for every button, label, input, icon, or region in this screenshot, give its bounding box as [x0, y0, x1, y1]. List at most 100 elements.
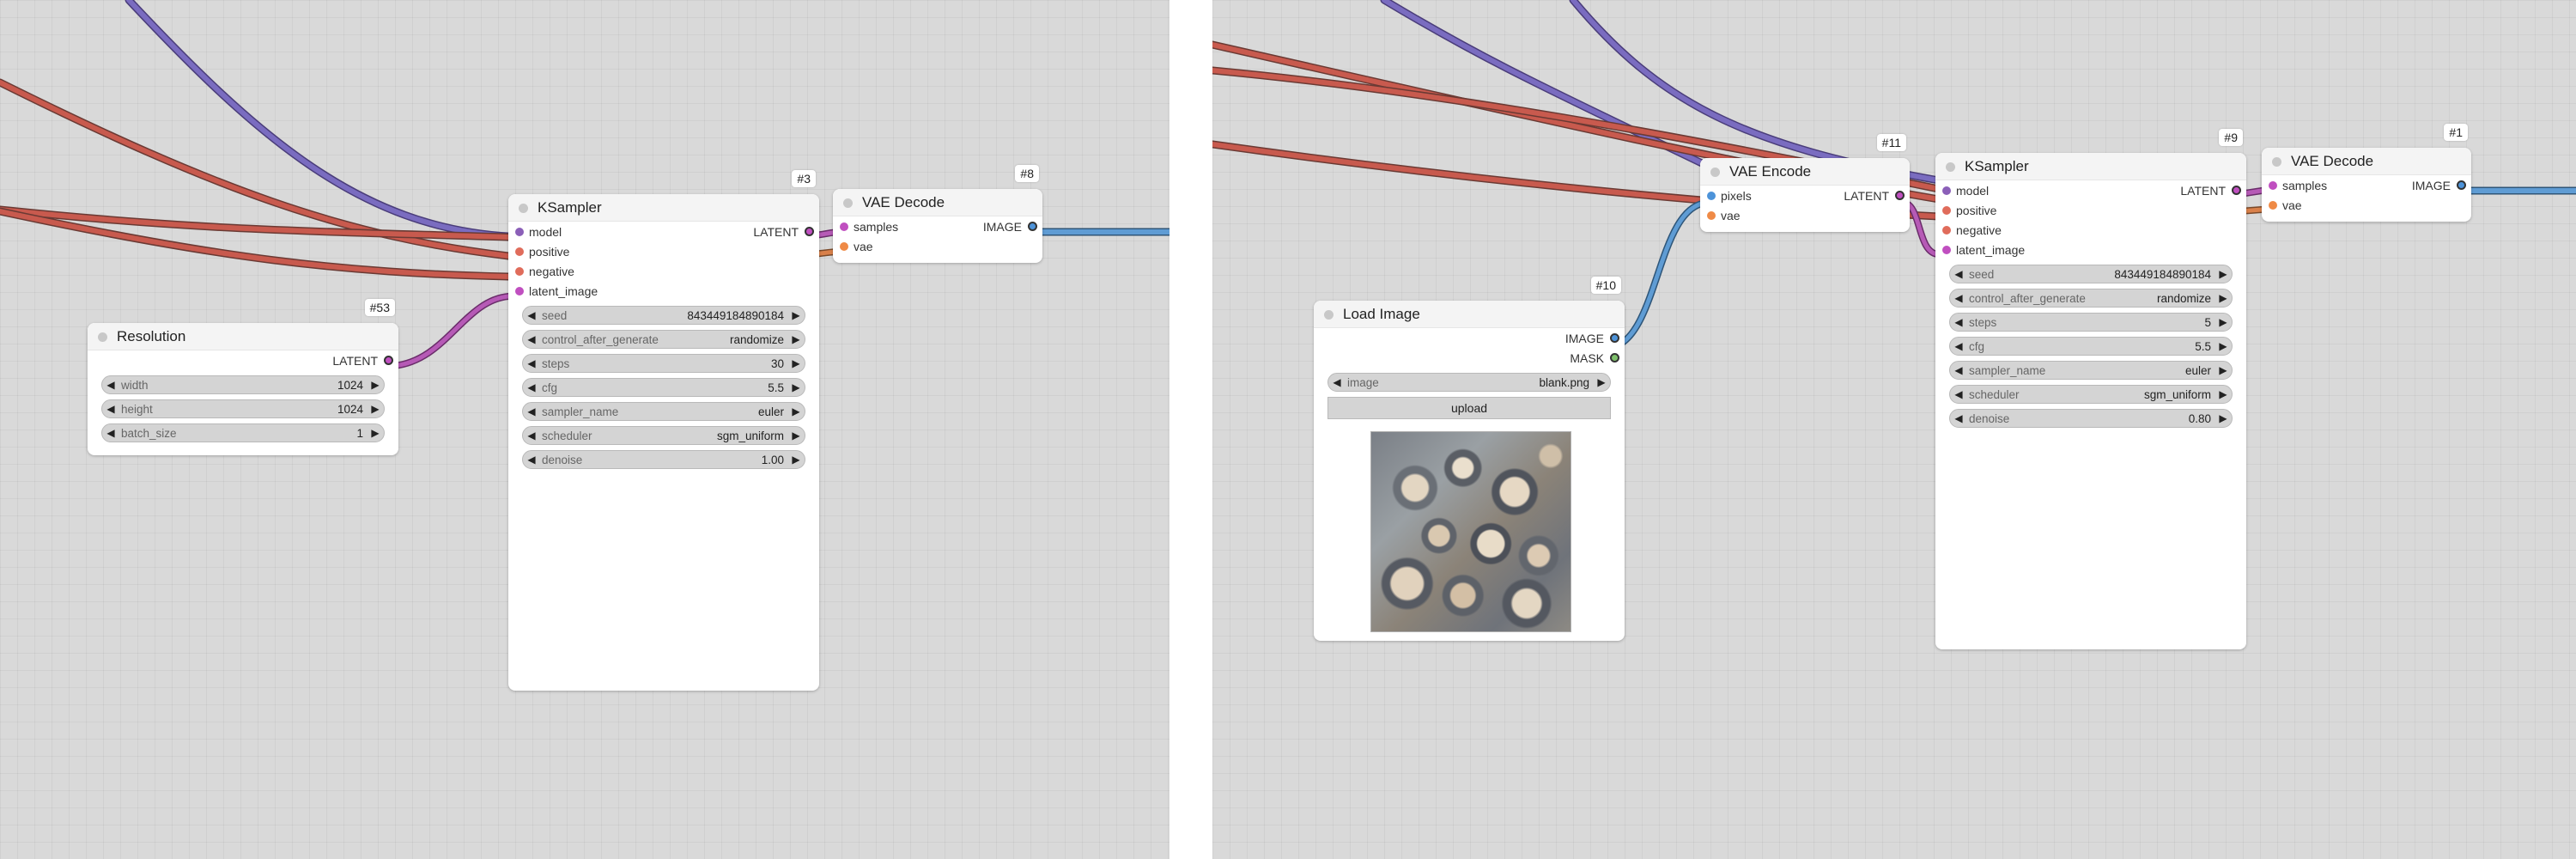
input-slot-vae[interactable]: vae [2262, 195, 2471, 215]
decrement-arrow-icon[interactable]: ◀ [1950, 340, 1967, 352]
node-title[interactable]: VAE Decode [833, 189, 1042, 216]
vae-encode-node[interactable]: #11 VAE Encode pixels LATENT vae [1700, 134, 1910, 232]
cfg-widget[interactable]: ◀ cfg 5.5 ▶ [522, 378, 805, 397]
output-port-icon[interactable] [2232, 186, 2241, 195]
output-port-icon[interactable] [805, 227, 814, 236]
increment-arrow-icon[interactable]: ▶ [787, 405, 805, 417]
input-slot-model[interactable]: model LATENT [1935, 180, 2246, 200]
denoise-widget[interactable]: ◀ denoise 0.80 ▶ [1949, 409, 2233, 428]
collapse-dot-icon[interactable] [2272, 157, 2281, 167]
port-dot-icon[interactable] [1707, 211, 1716, 220]
decrement-arrow-icon[interactable]: ◀ [523, 405, 540, 417]
cfg-widget[interactable]: ◀ cfg 5.5 ▶ [1949, 337, 2233, 356]
node-title[interactable]: VAE Encode [1700, 158, 1910, 186]
input-slot-pixels[interactable]: pixels LATENT [1700, 186, 1910, 205]
collapse-dot-icon[interactable] [98, 332, 107, 342]
decrement-arrow-icon[interactable]: ◀ [523, 454, 540, 466]
height-widget[interactable]: ◀ height 1024 ▶ [101, 399, 385, 418]
vae-decode-node[interactable]: #1 VAE Decode samples IMAGE vae [2262, 124, 2471, 222]
increment-arrow-icon[interactable]: ▶ [2215, 268, 2232, 280]
input-slot-positive[interactable]: positive [1935, 200, 2246, 220]
decrement-arrow-icon[interactable]: ◀ [102, 427, 119, 439]
decrement-arrow-icon[interactable]: ◀ [1950, 292, 1967, 304]
port-dot-icon[interactable] [2269, 181, 2277, 190]
port-dot-icon[interactable] [1942, 186, 1951, 195]
collapse-dot-icon[interactable] [1710, 168, 1720, 177]
increment-arrow-icon[interactable]: ▶ [1593, 376, 1610, 388]
decrement-arrow-icon[interactable]: ◀ [523, 333, 540, 345]
input-slot-vae[interactable]: vae [833, 236, 1042, 256]
decrement-arrow-icon[interactable]: ◀ [523, 309, 540, 321]
scheduler-widget[interactable]: ◀ scheduler sgm_uniform ▶ [522, 426, 805, 445]
port-dot-icon[interactable] [840, 242, 848, 251]
collapse-dot-icon[interactable] [843, 198, 853, 208]
output-port-icon[interactable] [1028, 222, 1037, 231]
canvas-left[interactable]: #3 KSampler model LATENT positive negati… [0, 0, 1170, 859]
increment-arrow-icon[interactable]: ▶ [2215, 412, 2232, 424]
increment-arrow-icon[interactable]: ▶ [787, 309, 805, 321]
decrement-arrow-icon[interactable]: ◀ [1950, 364, 1967, 376]
collapse-dot-icon[interactable] [1324, 310, 1334, 320]
output-port-icon[interactable] [384, 356, 393, 365]
increment-arrow-icon[interactable]: ▶ [2215, 364, 2232, 376]
increment-arrow-icon[interactable]: ▶ [787, 381, 805, 393]
node-title[interactable]: Load Image [1314, 301, 1625, 328]
sampler-name-widget[interactable]: ◀ sampler_name euler ▶ [522, 402, 805, 421]
port-dot-icon[interactable] [1942, 206, 1951, 215]
denoise-widget[interactable]: ◀ denoise 1.00 ▶ [522, 450, 805, 469]
increment-arrow-icon[interactable]: ▶ [787, 454, 805, 466]
canvas-right[interactable]: #11 VAE Encode pixels LATENT vae #9 KSam… [1212, 0, 2576, 859]
node-title[interactable]: Resolution [88, 323, 398, 350]
increment-arrow-icon[interactable]: ▶ [2215, 340, 2232, 352]
input-slot-samples[interactable]: samples IMAGE [833, 216, 1042, 236]
node-title[interactable]: KSampler [508, 194, 819, 222]
input-slot-model[interactable]: model LATENT [508, 222, 819, 241]
port-dot-icon[interactable] [1707, 192, 1716, 200]
port-dot-icon[interactable] [840, 222, 848, 231]
increment-arrow-icon[interactable]: ▶ [2215, 388, 2232, 400]
decrement-arrow-icon[interactable]: ◀ [1950, 412, 1967, 424]
port-dot-icon[interactable] [515, 247, 524, 256]
collapse-dot-icon[interactable] [519, 204, 528, 213]
resolution-node[interactable]: #53 Resolution LATENT ◀ width 1024 ▶ ◀ heigh… [88, 299, 398, 455]
output-slot-mask[interactable]: MASK [1314, 348, 1625, 368]
output-port-icon[interactable] [1895, 191, 1905, 200]
decrement-arrow-icon[interactable]: ◀ [523, 430, 540, 442]
input-slot-latent-image[interactable]: latent_image [1935, 240, 2246, 259]
increment-arrow-icon[interactable]: ▶ [787, 357, 805, 369]
input-slot-samples[interactable]: samples IMAGE [2262, 175, 2471, 195]
seed-widget[interactable]: ◀ seed 843449184890184 ▶ [1949, 265, 2233, 283]
increment-arrow-icon[interactable]: ▶ [2215, 316, 2232, 328]
port-dot-icon[interactable] [2269, 201, 2277, 210]
input-slot-positive[interactable]: positive [508, 241, 819, 261]
port-dot-icon[interactable] [515, 228, 524, 236]
collapse-dot-icon[interactable] [1946, 162, 1955, 172]
port-dot-icon[interactable] [1942, 246, 1951, 254]
increment-arrow-icon[interactable]: ▶ [367, 403, 384, 415]
node-title[interactable]: VAE Decode [2262, 148, 2471, 175]
decrement-arrow-icon[interactable]: ◀ [523, 357, 540, 369]
output-slot-latent[interactable]: LATENT [88, 350, 398, 370]
output-slot-image[interactable]: IMAGE [1314, 328, 1625, 348]
decrement-arrow-icon[interactable]: ◀ [1950, 268, 1967, 280]
decrement-arrow-icon[interactable]: ◀ [1950, 316, 1967, 328]
decrement-arrow-icon[interactable]: ◀ [523, 381, 540, 393]
steps-widget[interactable]: ◀ steps 30 ▶ [522, 354, 805, 373]
output-port-icon[interactable] [2457, 180, 2466, 190]
control-after-generate-widget[interactable]: ◀ control_after_generate randomize ▶ [1949, 289, 2233, 308]
decrement-arrow-icon[interactable]: ◀ [102, 403, 119, 415]
output-port-icon[interactable] [1610, 333, 1619, 343]
load-image-node[interactable]: #10 Load Image IMAGE MASK ◀ image blank.pn… [1314, 277, 1625, 641]
upload-button[interactable]: upload [1327, 397, 1611, 419]
output-port-icon[interactable] [1610, 353, 1619, 362]
input-slot-negative[interactable]: negative [1935, 220, 2246, 240]
port-dot-icon[interactable] [515, 267, 524, 276]
input-slot-latent-image[interactable]: latent_image [508, 281, 819, 301]
batch-size-widget[interactable]: ◀ batch_size 1 ▶ [101, 423, 385, 442]
image-select-widget[interactable]: ◀ image blank.png ▶ [1327, 373, 1611, 392]
port-dot-icon[interactable] [1942, 226, 1951, 235]
input-slot-negative[interactable]: negative [508, 261, 819, 281]
decrement-arrow-icon[interactable]: ◀ [1328, 376, 1346, 388]
seed-widget[interactable]: ◀ seed 843449184890184 ▶ [522, 306, 805, 325]
increment-arrow-icon[interactable]: ▶ [367, 427, 384, 439]
